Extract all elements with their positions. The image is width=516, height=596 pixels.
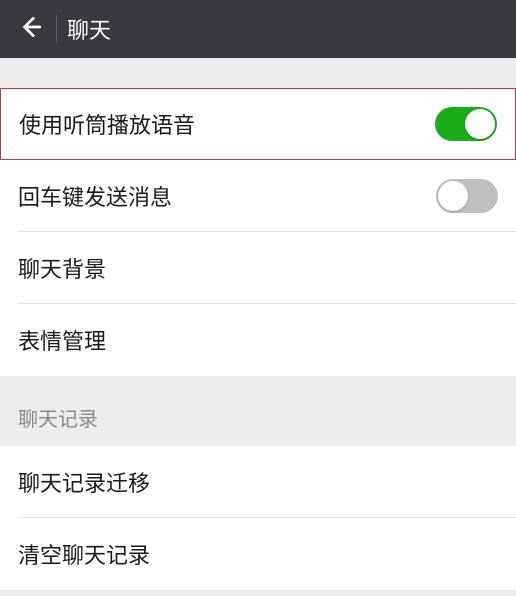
row-history-clear[interactable]: 清空聊天记录 bbox=[0, 518, 516, 590]
toggle-knob bbox=[465, 109, 495, 139]
row-label: 表情管理 bbox=[18, 324, 106, 356]
toggle-earpiece-voice[interactable] bbox=[435, 107, 497, 141]
row-chat-background[interactable]: 聊天背景 bbox=[0, 232, 516, 304]
row-label: 聊天记录迁移 bbox=[18, 466, 150, 498]
row-history-migrate[interactable]: 聊天记录迁移 bbox=[0, 446, 516, 518]
toggle-knob bbox=[438, 181, 468, 211]
toggle-enter-send[interactable] bbox=[436, 179, 498, 213]
page-title: 聊天 bbox=[67, 13, 111, 45]
row-label: 聊天背景 bbox=[18, 252, 106, 284]
section-header-history: 聊天记录 bbox=[0, 376, 516, 446]
settings-list: 使用听筒播放语音 回车键发送消息 聊天背景 表情管理 bbox=[0, 88, 516, 376]
row-label: 使用听筒播放语音 bbox=[19, 108, 195, 140]
row-earpiece-voice[interactable]: 使用听筒播放语音 bbox=[0, 88, 516, 160]
history-list: 聊天记录迁移 清空聊天记录 bbox=[0, 446, 516, 590]
back-button[interactable] bbox=[10, 9, 50, 49]
header-divider bbox=[56, 15, 57, 43]
row-label: 清空聊天记录 bbox=[18, 538, 150, 570]
row-enter-send[interactable]: 回车键发送消息 bbox=[0, 160, 516, 232]
row-sticker-manage[interactable]: 表情管理 bbox=[0, 304, 516, 376]
header: 聊天 bbox=[0, 0, 516, 58]
back-arrow-icon bbox=[17, 14, 43, 45]
row-label: 回车键发送消息 bbox=[18, 180, 172, 212]
section-header-label: 聊天记录 bbox=[18, 403, 98, 432]
top-gap bbox=[0, 58, 516, 88]
